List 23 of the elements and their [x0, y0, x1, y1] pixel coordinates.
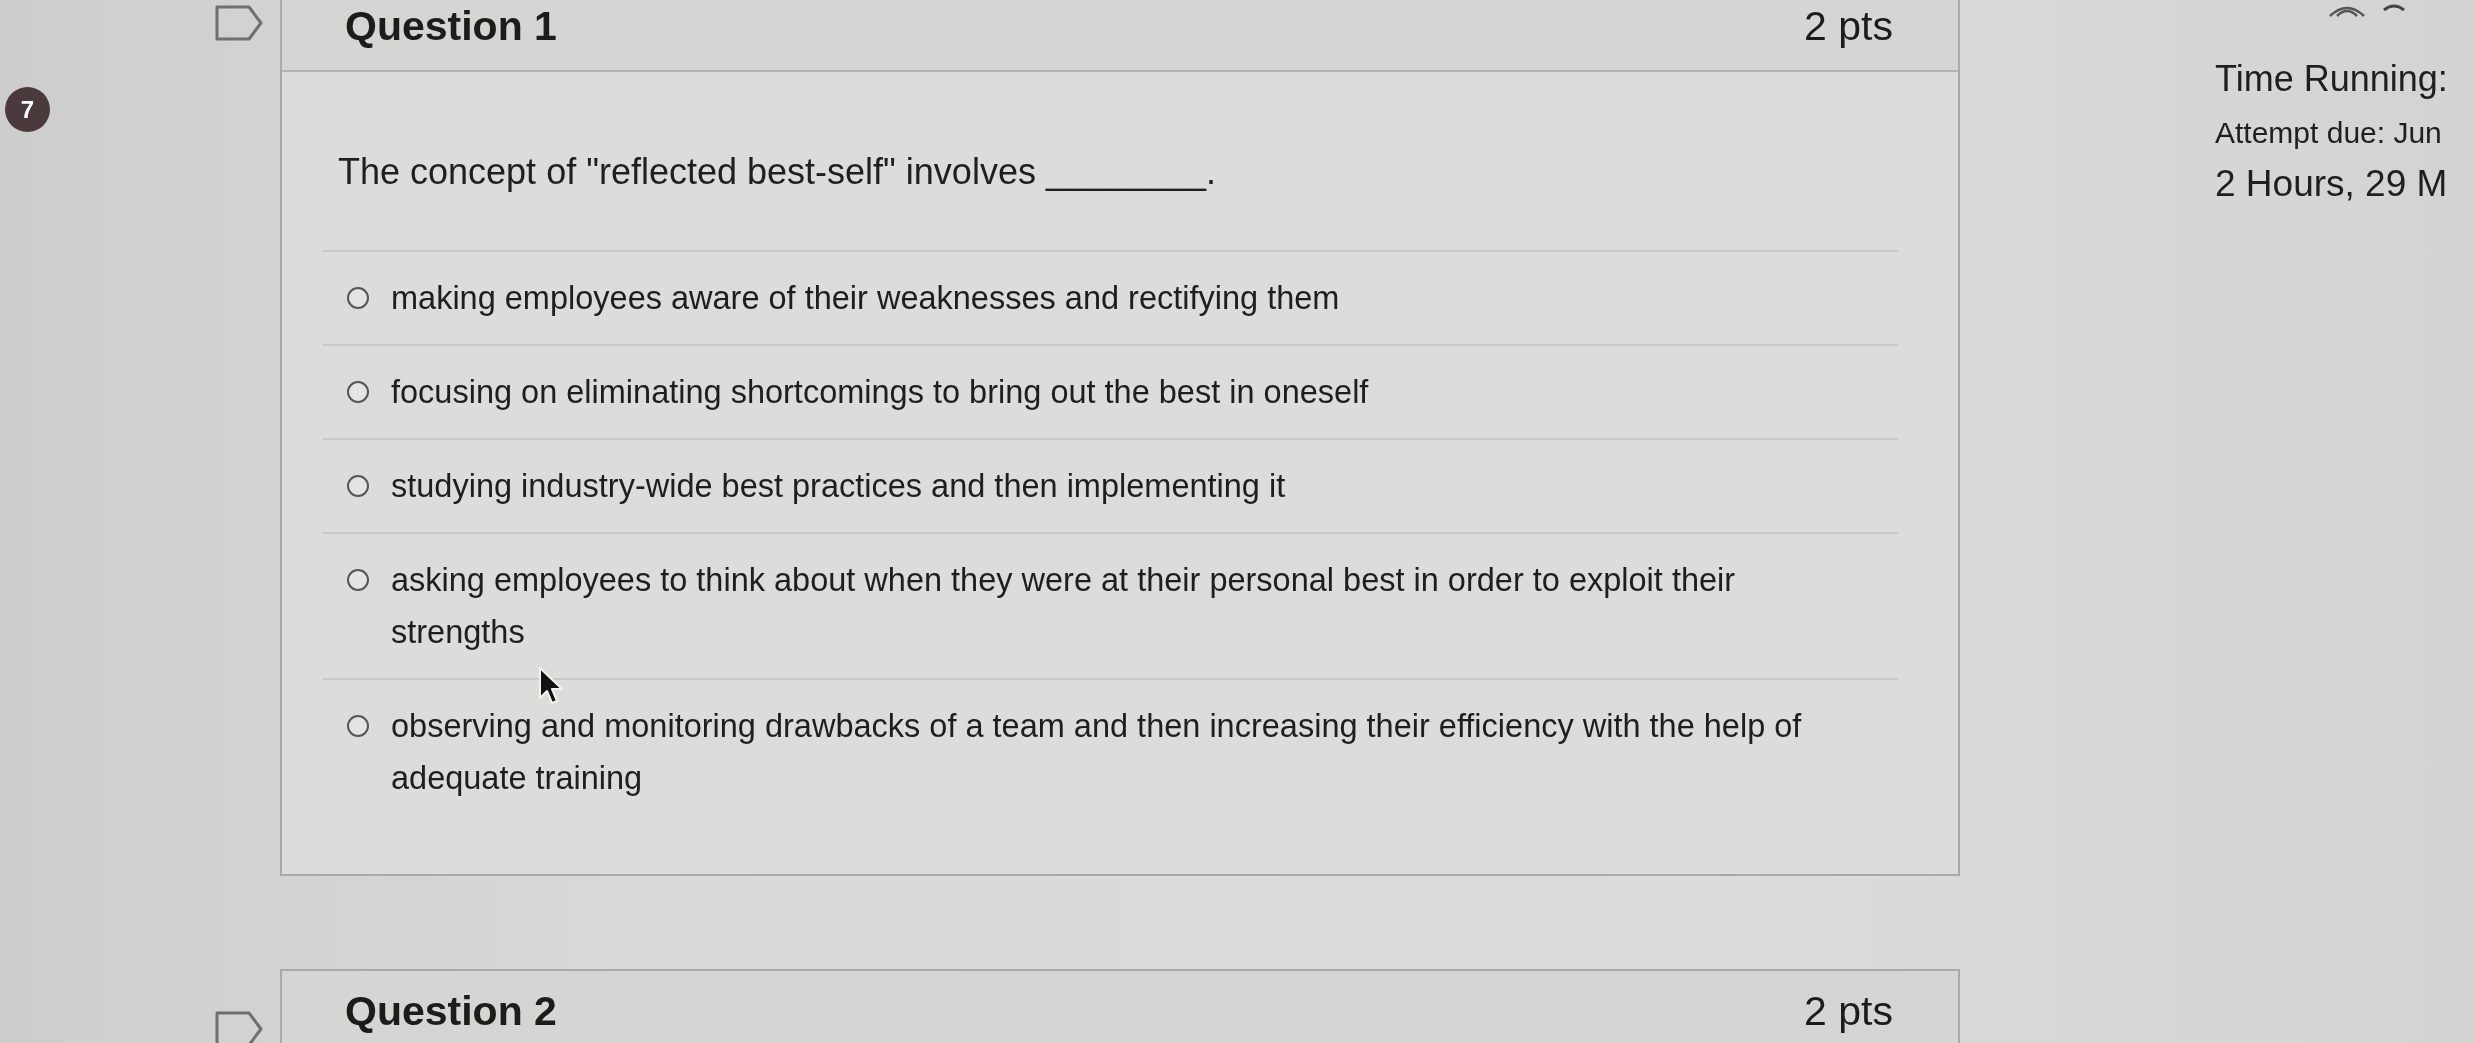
question-prompt: The concept of "reflected best-self" involves ________.: [337, 150, 1218, 194]
question-number-badge: 7: [5, 87, 50, 132]
option-label[interactable]: studying industry-wide best practices and then implementing it: [391, 460, 1286, 512]
tag-icon[interactable]: [215, 1011, 263, 1043]
attempt-due-text: Attempt due: Jun: [2215, 115, 2443, 151]
time-remaining-text: 2 Hours, 29 M: [2215, 162, 2449, 206]
question-title: Question 2: [345, 989, 557, 1033]
radio-button[interactable]: [347, 569, 369, 591]
mouse-pointer-icon: [538, 666, 564, 706]
option-label[interactable]: making employees aware of their weaknesses and rectifying them: [391, 272, 1340, 324]
option-label[interactable]: asking employees to think about when they were at their personal best in order to exploit their strengths: [391, 554, 1849, 658]
radio-button[interactable]: [347, 287, 369, 309]
arc-icon: [2383, 3, 2405, 11]
timer-heading: Time Running:: [2215, 58, 2449, 100]
option-label[interactable]: observing and monitoring drawbacks of a team and then increasing their efficiency with the help of adequate training: [391, 700, 1849, 804]
radio-button[interactable]: [347, 381, 369, 403]
tag-icon[interactable]: [215, 5, 263, 41]
question-title: Question 1: [345, 4, 557, 48]
radio-button[interactable]: [347, 475, 369, 497]
question-points: 2 pts: [1804, 4, 1893, 48]
question-points: 2 pts: [1804, 989, 1893, 1033]
option-label[interactable]: focusing on eliminating shortcomings to bring out the best in oneself: [391, 366, 1369, 418]
radio-button[interactable]: [347, 715, 369, 737]
